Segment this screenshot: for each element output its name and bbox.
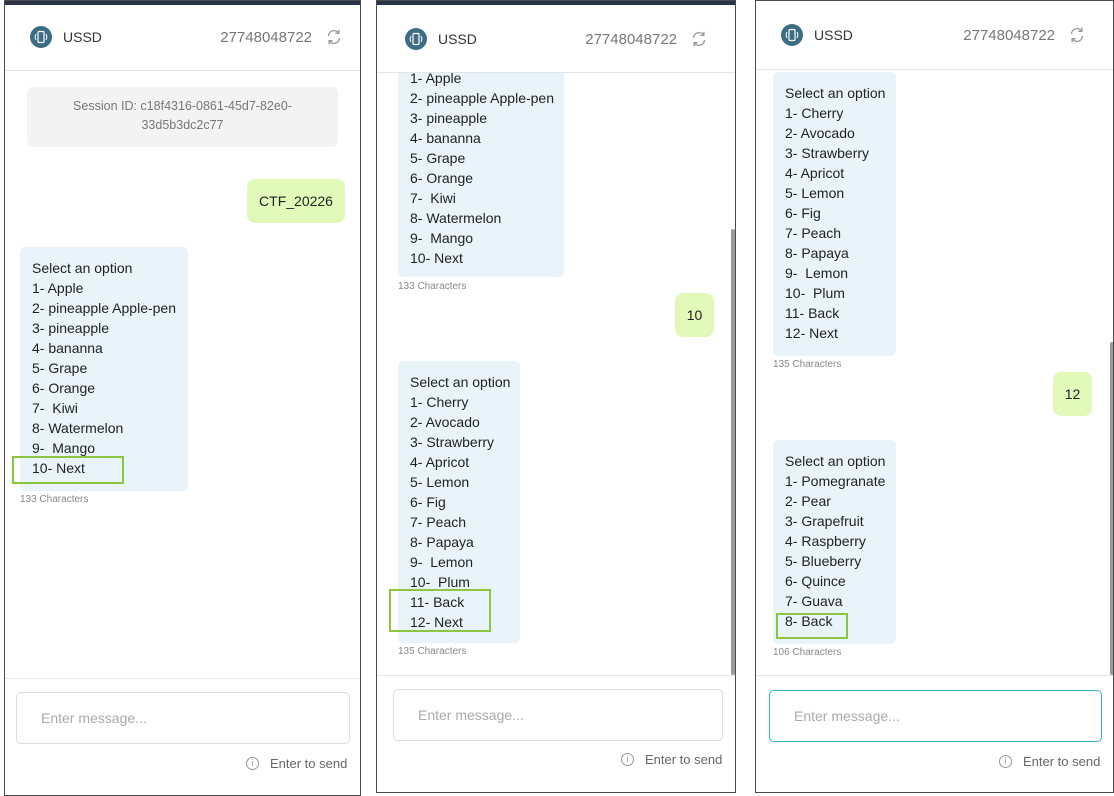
sent-message: 10 [675, 293, 714, 337]
send-hint-text: Enter to send [645, 752, 723, 767]
sent-message: CTF_20226 [247, 179, 345, 223]
refresh-icon[interactable] [324, 27, 344, 47]
header: USSD 27748048722 [5, 19, 360, 55]
send-hint-text: Enter to send [270, 756, 348, 771]
top-bar [377, 1, 735, 5]
menu-message: Select an option 1- Cherry 2- Avocado 3-… [773, 72, 896, 356]
ussd-panel-2: USSD 27748048722 1- Apple 2- pineapple A… [376, 0, 736, 793]
phone-number: 27748048722 [220, 28, 312, 46]
scrollbar[interactable] [1110, 342, 1113, 675]
footer-divider [377, 675, 735, 676]
footer-divider [756, 675, 1113, 676]
header: USSD 27748048722 [377, 21, 735, 57]
phone-number: 27748048722 [963, 26, 1055, 44]
session-id: Session ID: c18f4316-0861-45d7-82e0-33d5… [27, 87, 338, 147]
char-count: 106 Characters [773, 647, 842, 658]
send-hint: i Enter to send [999, 754, 1100, 769]
header: USSD 27748048722 [756, 17, 1113, 53]
scrollbar[interactable] [731, 229, 735, 675]
menu-message: Select an option 1- Apple 2- pineapple A… [20, 247, 188, 491]
send-hint-text: Enter to send [1023, 754, 1101, 769]
message-input[interactable] [769, 690, 1102, 742]
menu-message: Select an option 1- Cherry 2- Avocado 3-… [398, 361, 520, 643]
chat-area: Session ID: c18f4316-0861-45d7-82e0-33d5… [5, 71, 360, 677]
info-icon: i [246, 757, 259, 770]
app-name: USSD [63, 29, 102, 45]
app-name: USSD [814, 27, 853, 43]
ussd-logo-icon [405, 28, 427, 50]
ussd-panel-3: USSD 27748048722 Select an option 1- Che… [755, 0, 1114, 793]
char-count: 135 Characters [773, 359, 842, 370]
ussd-logo-icon [781, 24, 803, 46]
refresh-icon[interactable] [689, 29, 709, 49]
menu-message: 1- Apple 2- pineapple Apple-pen 3- pinea… [398, 73, 564, 277]
sent-message: 12 [1053, 372, 1092, 416]
send-hint: i Enter to send [246, 756, 347, 771]
info-icon: i [999, 755, 1012, 768]
info-icon: i [621, 753, 634, 766]
message-input[interactable] [16, 692, 350, 744]
message-input[interactable] [393, 689, 723, 741]
ussd-panel-1: USSD 27748048722 Session ID: c18f4316-08… [4, 0, 361, 796]
chat-area: 1- Apple 2- pineapple Apple-pen 3- pinea… [377, 73, 735, 675]
menu-message: Select an option 1- Pomegranate 2- Pear … [773, 440, 896, 644]
app-name: USSD [438, 31, 477, 47]
ussd-logo-icon [30, 26, 52, 48]
top-bar [5, 1, 360, 5]
refresh-icon[interactable] [1067, 25, 1087, 45]
send-hint: i Enter to send [621, 752, 722, 767]
char-count: 133 Characters [398, 281, 467, 292]
char-count: 135 Characters [398, 646, 467, 657]
phone-number: 27748048722 [585, 30, 677, 48]
char-count: 133 Characters [20, 494, 89, 505]
footer-divider [5, 678, 360, 679]
chat-area: Select an option 1- Cherry 2- Avocado 3-… [756, 70, 1113, 675]
